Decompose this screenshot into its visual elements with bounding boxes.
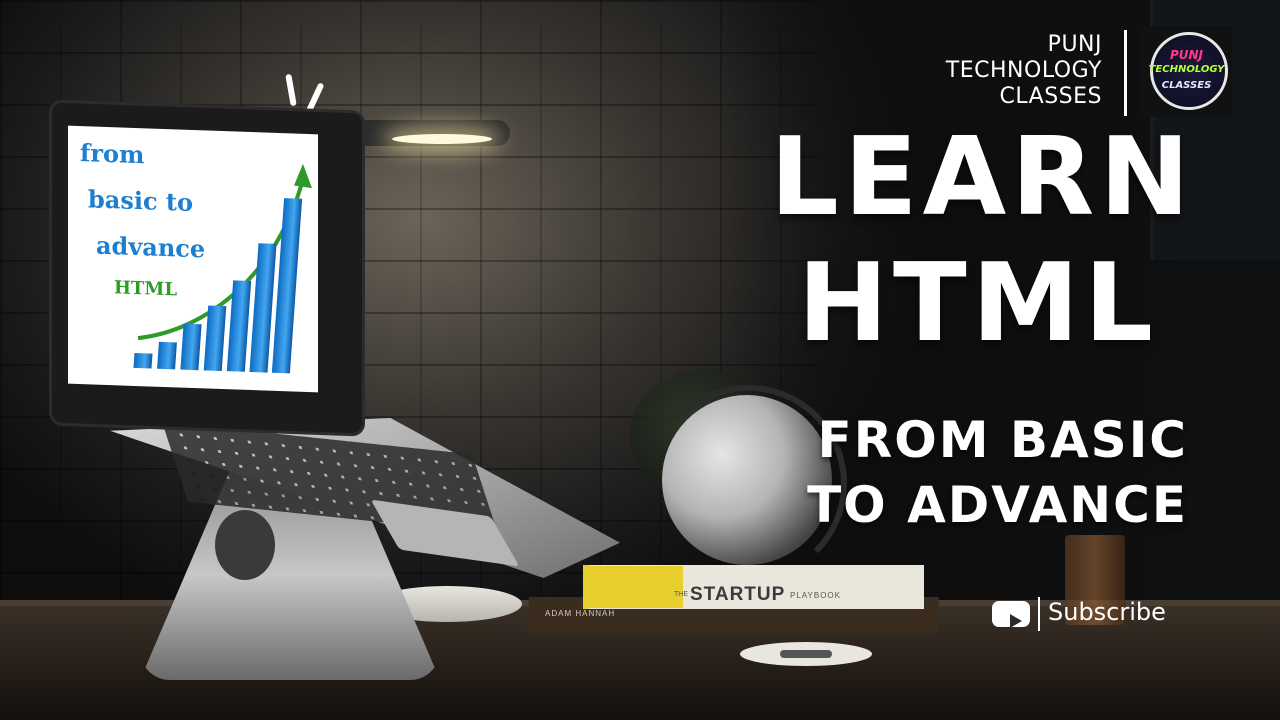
screen-html-tag: HTML — [114, 277, 177, 301]
brand-name: PUNJ TECHNOLOGY CLASSES — [946, 32, 1102, 110]
brand-logo: PUNJ TECHNOLOGY CLASSES — [1141, 26, 1232, 117]
laptop-stand-hole — [215, 510, 275, 580]
youtube-play-icon — [992, 601, 1030, 628]
book-top-stripe — [583, 566, 683, 608]
brand-line: CLASSES — [999, 84, 1102, 109]
book-bottom-author: ADAM HANNAH — [545, 609, 616, 618]
subscribe-divider — [1038, 597, 1040, 631]
laptop-screen: from basic to advance HTML — [68, 125, 318, 393]
logo-line: CLASSES — [1161, 80, 1212, 91]
headline-html: HTML — [797, 241, 1158, 366]
brand-line: PUNJ — [1047, 32, 1102, 57]
screen-bar — [180, 323, 202, 371]
coaster-mark — [780, 650, 832, 658]
screen-bar — [133, 352, 153, 369]
screen-text-line1: from — [80, 138, 145, 170]
logo-line: PUNJ — [1169, 48, 1204, 62]
brand-line: TECHNOLOGY — [945, 58, 1102, 83]
subheadline-line1: FROM BASIC — [817, 411, 1188, 469]
subscribe-label: Subscribe — [1048, 598, 1166, 626]
book-top-title: STARTUP — [690, 584, 786, 605]
logo-line: TECHNOLOGY — [1148, 64, 1225, 75]
headline-learn: LEARN — [770, 115, 1195, 240]
screen-bar — [157, 341, 177, 370]
screen-text-line3: advance — [96, 230, 206, 264]
lamp-light — [392, 134, 492, 144]
screen-text-line2: basic to — [88, 184, 194, 218]
subheadline-line2: TO ADVANCE — [807, 476, 1188, 534]
subscribe-button[interactable]: Subscribe — [988, 594, 1184, 634]
book-top-pre: THE — [674, 591, 688, 598]
brand-divider — [1124, 30, 1127, 116]
thumbnail: from basic to advance HTML ADAM HANNAH T… — [0, 0, 1280, 720]
screen-bar — [203, 305, 227, 372]
book-top-subtitle: PLAYBOOK — [790, 591, 841, 600]
